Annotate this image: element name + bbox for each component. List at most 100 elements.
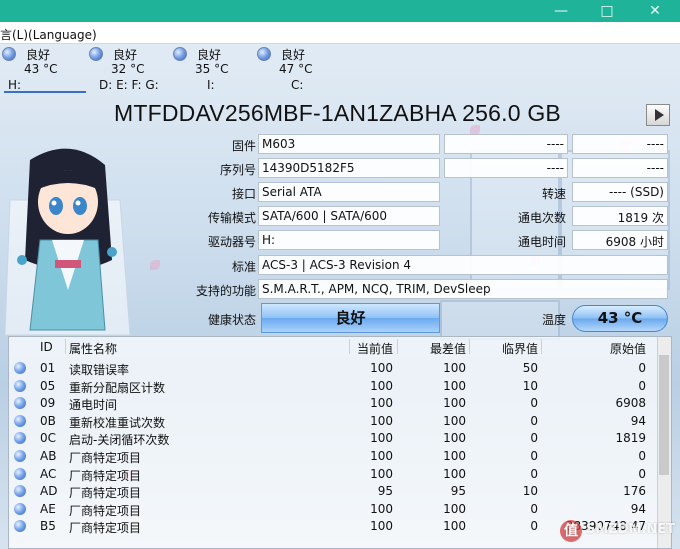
smart-raw: 94: [630, 501, 646, 516]
table-row[interactable]: 05 重新分配扇区计数 100 100 10 0: [9, 377, 671, 395]
table-row[interactable]: 01 读取错误率 100 100 50 0: [9, 359, 671, 377]
transfer-mode-value: SATA/600 | SATA/600: [258, 206, 440, 226]
power-hours-value: 6908 小时: [572, 230, 668, 250]
smart-id: 0C: [40, 431, 57, 446]
close-icon[interactable]: ✕: [632, 0, 678, 22]
drive-tab-3[interactable]: 良好 35 °C I:: [171, 46, 253, 92]
smart-name: 厂商特定项目: [69, 468, 142, 483]
smart-threshold: 0: [530, 501, 538, 516]
menu-item-language[interactable]: 言(L)(Language): [0, 26, 97, 43]
power-count-label: 通电次数: [517, 211, 566, 225]
header-current[interactable]: 当前值: [357, 340, 393, 357]
serial-value: 14390D5182F5: [258, 158, 440, 178]
minimize-icon[interactable]: —: [538, 0, 584, 22]
table-row[interactable]: AD 厂商特定项目 95 95 10 176: [9, 482, 671, 500]
table-row[interactable]: 0C 启动-关闭循环次数 100 100 0 1819: [9, 429, 671, 447]
drive-letter-label: 驱动器号: [207, 235, 256, 249]
drive-status: 良好: [281, 48, 306, 62]
status-dot-icon: [14, 450, 26, 462]
rotation-value: ---- (SSD): [572, 182, 668, 202]
header-worst[interactable]: 最差值: [430, 340, 466, 357]
drive-status: 良好: [197, 48, 222, 62]
firmware-value: M603: [258, 134, 440, 154]
smart-current: 100: [370, 431, 393, 446]
maximize-icon[interactable]: □: [584, 0, 630, 22]
drive-status: 良好: [113, 48, 138, 62]
next-disk-button[interactable]: [646, 104, 670, 126]
smart-threshold: 50: [522, 361, 538, 375]
scrollbar-thumb[interactable]: [659, 355, 669, 475]
status-dot-icon: [2, 47, 16, 61]
smart-name: 厂商特定项目: [69, 451, 142, 465]
smart-id: 0B: [40, 413, 56, 428]
health-status-button[interactable]: 良好: [261, 303, 440, 333]
smart-threshold: 0: [530, 396, 538, 411]
smart-raw: 176: [623, 484, 646, 499]
watermark-text: SMZDM.NET: [586, 522, 676, 537]
right-field-3: ----: [444, 158, 568, 178]
smart-worst: 100: [443, 449, 466, 463]
drive-letters: D: E: F: G:: [99, 78, 159, 92]
header-id[interactable]: ID: [40, 340, 53, 354]
header-raw[interactable]: 原始值: [610, 340, 646, 357]
watermark: 值 SMZDM.NET: [560, 518, 676, 544]
drive-temp: 35 °C: [195, 62, 229, 76]
drive-letters: H:: [8, 78, 22, 92]
smart-raw: 94: [630, 413, 646, 428]
smart-worst: 100: [443, 519, 466, 534]
smart-current: 100: [370, 413, 393, 428]
smart-threshold: 0: [530, 519, 538, 534]
smart-current: 100: [370, 449, 393, 463]
smart-worst: 95: [450, 484, 466, 499]
drive-tab-4[interactable]: 良好 47 °C C:: [255, 46, 337, 92]
status-dot-icon: [14, 520, 26, 533]
table-row[interactable]: 0B 重新校准重试次数 100 100 0 94: [9, 412, 671, 430]
smart-id: 05: [40, 378, 56, 393]
smart-name: 启动-关闭循环次数: [69, 433, 170, 448]
active-tab-indicator: [4, 91, 86, 93]
smart-table-header: ID 属性名称 当前值 最差值 临界值 原始值: [9, 337, 671, 357]
smart-id: AB: [40, 449, 57, 463]
smart-threshold: 0: [530, 413, 538, 428]
smart-scrollbar[interactable]: [657, 337, 671, 548]
temperature-button[interactable]: 43 °C: [572, 305, 668, 332]
status-dot-icon: [14, 362, 26, 374]
header-threshold[interactable]: 临界值: [502, 340, 538, 357]
status-dot-icon: [257, 47, 271, 61]
status-dot-icon: [14, 432, 26, 445]
health-label: 健康状态: [207, 313, 256, 327]
smart-threshold: 0: [530, 431, 538, 446]
smart-threshold: 10: [522, 378, 538, 393]
right-field-4: ----: [572, 158, 668, 178]
drive-tab-2[interactable]: 良好 32 °C D: E: F: G:: [87, 46, 169, 92]
table-row[interactable]: 09 通电时间 100 100 0 6908: [9, 394, 671, 412]
smart-name: 重新校准重试次数: [69, 415, 166, 430]
smart-id: B5: [40, 519, 56, 534]
smart-worst: 100: [443, 501, 466, 516]
interface-label: 接口: [231, 187, 256, 201]
drive-temp: 43 °C: [24, 62, 58, 76]
status-dot-icon: [89, 47, 103, 61]
status-dot-icon: [14, 467, 26, 480]
header-name[interactable]: 属性名称: [69, 340, 117, 357]
right-field-2: ----: [572, 134, 668, 154]
table-row[interactable]: AC 厂商特定项目 100 100 0 0: [9, 465, 671, 483]
table-row[interactable]: AE 厂商特定项目 100 100 0 94: [9, 500, 671, 518]
mascot-character-image: [4, 148, 131, 336]
smart-raw: 0: [638, 449, 646, 463]
drive-tab-1[interactable]: 良好 43 °C H:: [0, 46, 82, 92]
smart-worst: 100: [443, 431, 466, 446]
smart-name: 厂商特定项目: [69, 503, 142, 518]
power-count-value: 1819 次: [572, 206, 668, 226]
status-dot-icon: [14, 502, 26, 515]
rotation-label: 转速: [541, 187, 566, 201]
drive-status: 良好: [26, 48, 51, 62]
status-dot-icon: [173, 47, 187, 61]
standard-value: ACS-3 | ACS-3 Revision 4: [258, 255, 668, 275]
status-dot-icon: [14, 485, 26, 498]
table-row[interactable]: AB 厂商特定项目 100 100 0 0: [9, 447, 671, 465]
watermark-badge: 值: [560, 520, 582, 542]
disk-model-title: MTFDDAV256MBF-1AN1ZABHA 256.0 GB: [114, 100, 561, 126]
smart-worst: 100: [443, 413, 466, 428]
smart-threshold: 0: [530, 466, 538, 481]
